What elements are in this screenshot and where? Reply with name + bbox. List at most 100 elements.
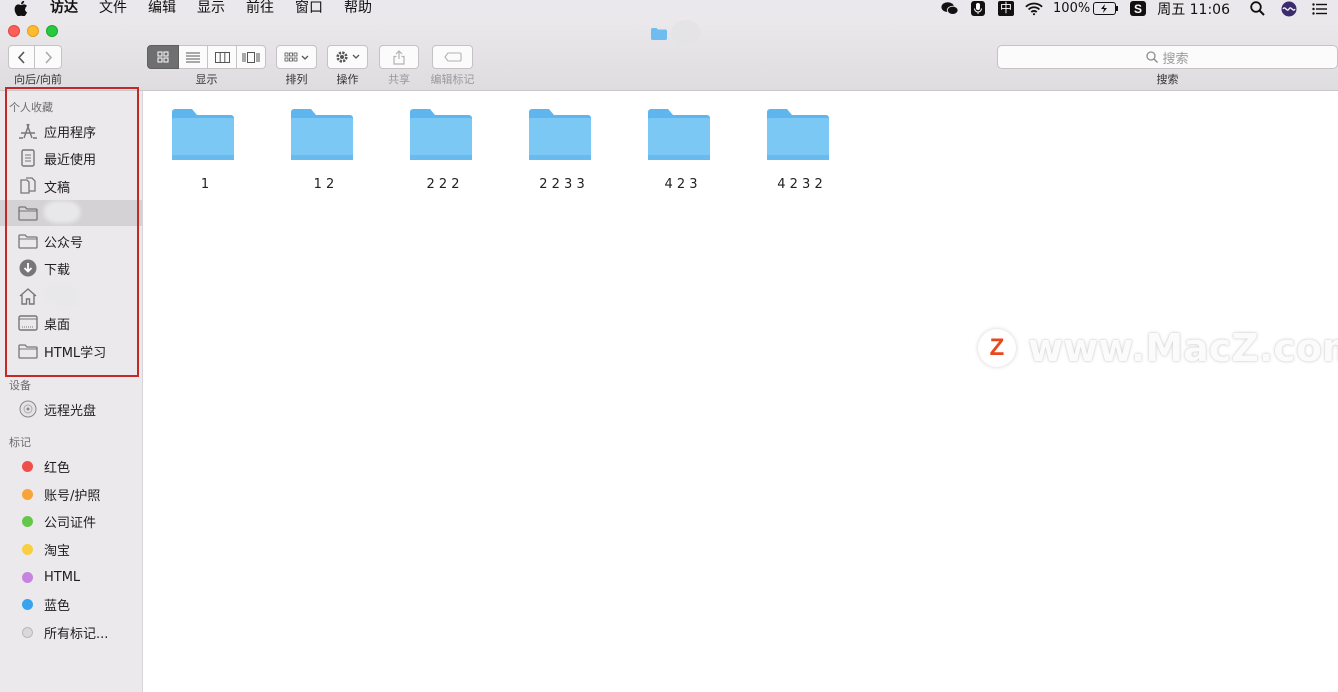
menu-view[interactable]: 显示: [197, 0, 225, 17]
tag-color-dot: [22, 460, 33, 472]
folder-icon: [18, 203, 38, 223]
sidebar-item-html-study[interactable]: HTML学习: [0, 338, 142, 364]
gallery-view-button[interactable]: [237, 45, 266, 69]
folder-item[interactable]: 4 2 3: [631, 107, 731, 197]
watermark: Z www.MacZ.com: [978, 326, 1338, 370]
icon-view-button[interactable]: [147, 45, 179, 69]
edit-tags-button[interactable]: [432, 45, 473, 69]
sidebar-tag-all-tags[interactable]: 所有标记...: [0, 619, 142, 645]
share-group: [379, 45, 419, 69]
column-view-button[interactable]: [208, 45, 237, 69]
window-controls: [8, 25, 65, 37]
folder-item[interactable]: 1 2: [274, 107, 374, 197]
spotlight-search-icon[interactable]: [1248, 1, 1266, 16]
folder-icon: [18, 341, 38, 361]
sidebar-item-label: 文稿: [44, 180, 71, 196]
sidebar-item-label: 应用程序: [44, 125, 97, 141]
action-button[interactable]: [327, 45, 368, 69]
minimize-button[interactable]: [27, 25, 39, 37]
zoom-button[interactable]: [46, 25, 58, 37]
list-view-button[interactable]: [179, 45, 208, 69]
search-label: 搜索: [1156, 73, 1179, 86]
notification-center-icon[interactable]: [1310, 2, 1328, 16]
applications-icon: [18, 121, 38, 141]
wechat-icon[interactable]: [941, 2, 959, 16]
back-button[interactable]: [8, 45, 35, 69]
redacted-label: [44, 283, 80, 307]
apple-icon[interactable]: [14, 1, 28, 16]
recents-icon: [18, 148, 38, 168]
battery-icon[interactable]: [1093, 2, 1119, 16]
clock[interactable]: 周五 11:06: [1157, 0, 1230, 19]
sidebar-tag-blue[interactable]: 蓝色: [0, 591, 142, 617]
battery-percentage: 100%: [1053, 1, 1091, 16]
close-button[interactable]: [8, 25, 20, 37]
menu-go[interactable]: 前往: [246, 0, 274, 17]
folder-name: 4 2 3: [664, 177, 698, 192]
input-method-icon[interactable]: 中: [997, 1, 1015, 16]
folder-item[interactable]: 2 2 2: [393, 107, 493, 197]
menu-file[interactable]: 文件: [99, 0, 127, 17]
sidebar-item-downloads[interactable]: 下载: [0, 255, 142, 281]
menu-edit[interactable]: 编辑: [148, 0, 176, 17]
folder-icon: [767, 109, 829, 160]
sidebar-item-recents[interactable]: 最近使用: [0, 145, 142, 171]
tags-group: [432, 45, 473, 69]
sidebar-item-label: 蓝色: [44, 598, 71, 614]
chevron-left-icon: [17, 50, 25, 64]
sidebar-tag-html[interactable]: HTML: [0, 564, 142, 590]
share-button[interactable]: [379, 45, 419, 69]
arrange-icon: [284, 52, 308, 61]
view-label: 显示: [195, 73, 218, 86]
title-folder-icon: [651, 25, 667, 40]
sidebar-item-label: HTML学习: [44, 345, 107, 361]
sidebar-item-label: 所有标记...: [44, 626, 109, 642]
menu-finder[interactable]: 访达: [50, 0, 78, 17]
sidebar-item-desktop[interactable]: 桌面: [0, 310, 142, 336]
documents-icon: [18, 176, 38, 196]
folder-icon: [18, 231, 38, 251]
sidebar-item-blurred-folder[interactable]: [0, 200, 142, 226]
folder-item[interactable]: 4 2 3 2: [750, 107, 850, 197]
arrange-button[interactable]: [276, 45, 317, 69]
sidebar-item-applications[interactable]: 应用程序: [0, 118, 142, 144]
sogou-icon[interactable]: S: [1129, 1, 1147, 16]
folder-name: 2 2 3 3: [539, 177, 585, 192]
folder-icon: [172, 109, 234, 160]
gallery-icon: [242, 51, 260, 63]
tag-color-dot: [22, 598, 33, 610]
nav-buttons: [8, 45, 62, 69]
sidebar-tag-red[interactable]: 红色: [0, 453, 142, 479]
sidebar-item-label: 最近使用: [44, 152, 97, 168]
view-mode-group: [147, 45, 266, 69]
siri-icon[interactable]: [1280, 1, 1298, 16]
microphone-icon[interactable]: [969, 1, 987, 16]
tags-section-title: 标记: [9, 436, 31, 449]
tag-color-dot: [22, 571, 33, 583]
sidebar-tag-company-docs[interactable]: 公司证件: [0, 508, 142, 534]
sidebar-item-label: 远程光盘: [44, 403, 97, 419]
tag-color-dot: [22, 515, 33, 527]
folder-item[interactable]: 2 2 3 3: [512, 107, 612, 197]
window-toolbar: 向后/向前 显示 排列 操作 共享 编辑标记 搜索 搜索: [0, 17, 1338, 91]
sidebar-tag-taobao[interactable]: 淘宝: [0, 536, 142, 562]
window-title-blurred: [671, 20, 701, 46]
forward-button[interactable]: [35, 45, 62, 69]
redacted-label: [44, 201, 80, 223]
sidebar-item-documents[interactable]: 文稿: [0, 173, 142, 199]
tag-icon: [443, 52, 462, 62]
sidebar-item-remote-disc[interactable]: 远程光盘: [0, 396, 142, 422]
folder-icon: [529, 109, 591, 160]
arrange-group: [276, 45, 317, 69]
sidebar-item-home[interactable]: [0, 283, 142, 309]
sidebar-item-official-account[interactable]: 公众号: [0, 228, 142, 254]
arrange-label: 排列: [285, 73, 308, 86]
menu-window[interactable]: 窗口: [295, 0, 323, 17]
folder-item[interactable]: 1: [155, 107, 255, 197]
search-field[interactable]: 搜索: [997, 45, 1338, 69]
search-placeholder: 搜索: [1162, 51, 1189, 67]
menu-help[interactable]: 帮助: [344, 0, 372, 17]
wifi-icon[interactable]: [1025, 2, 1043, 16]
share-icon: [393, 49, 405, 65]
sidebar-tag-account-passport[interactable]: 账号/护照: [0, 481, 142, 507]
